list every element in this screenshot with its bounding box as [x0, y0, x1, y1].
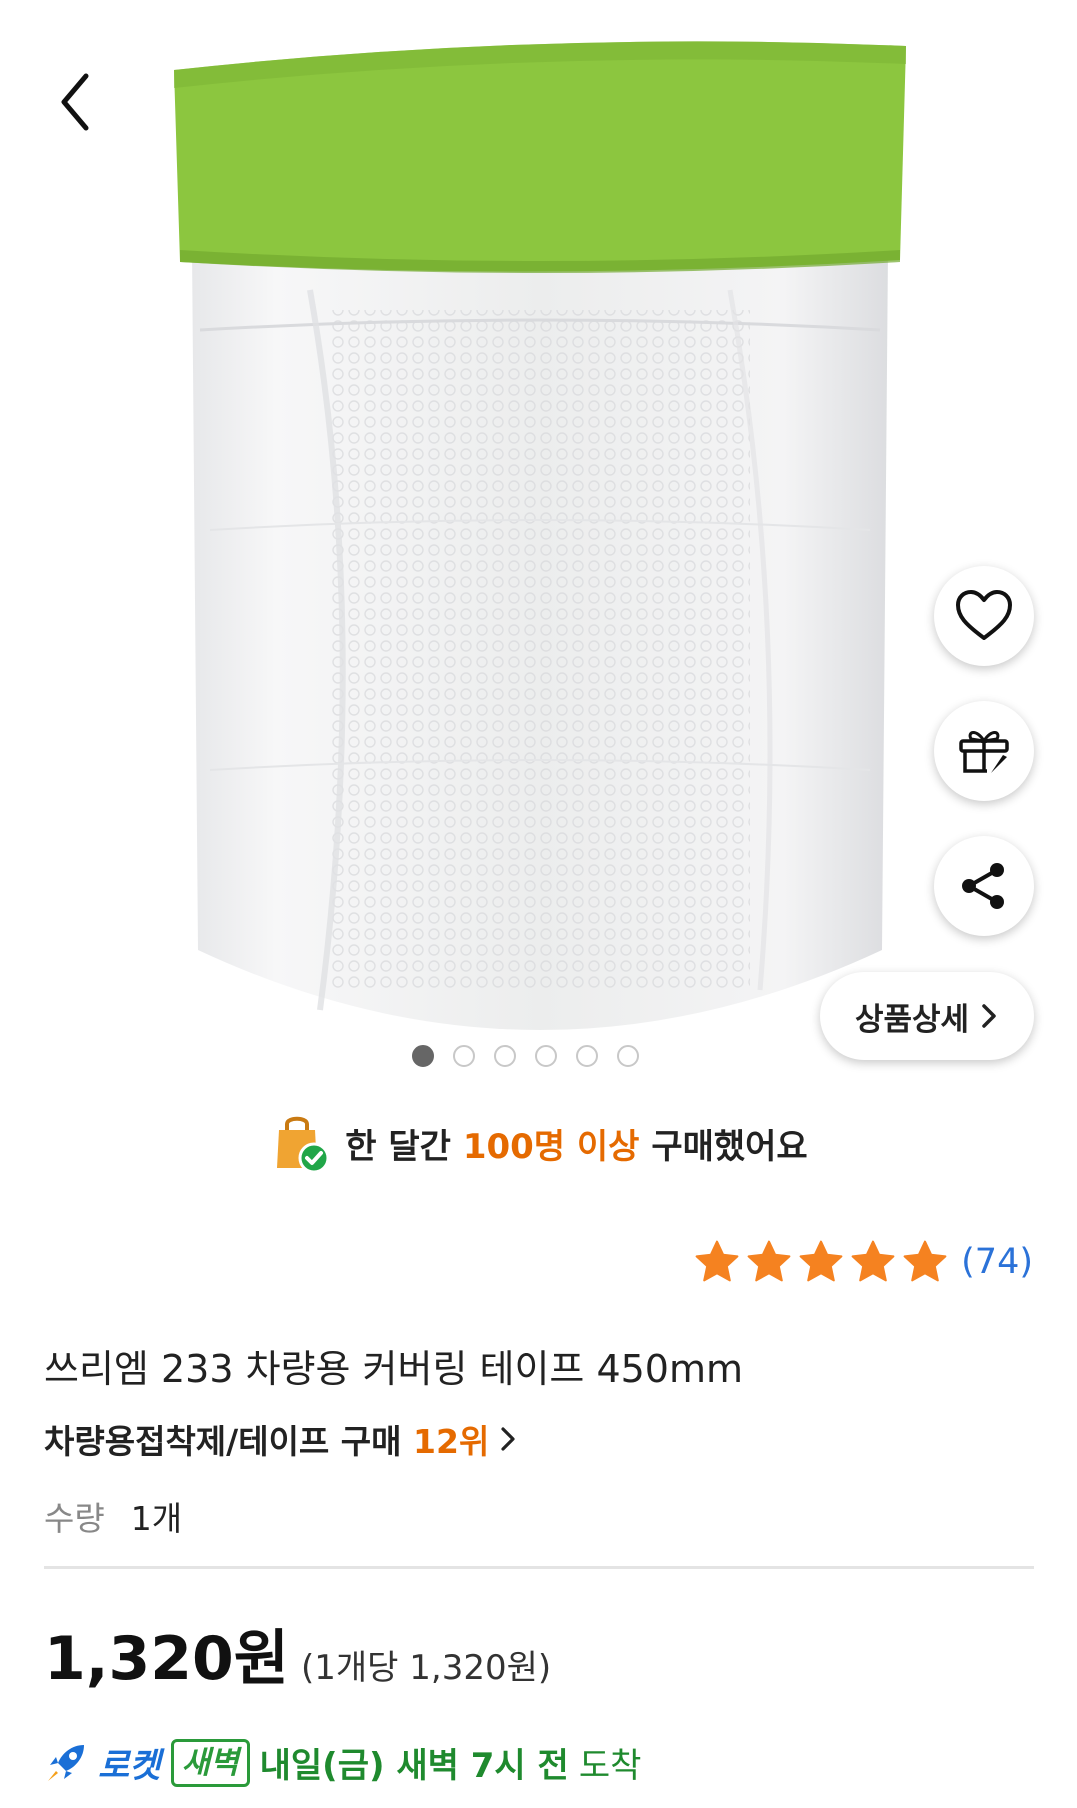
dawn-delivery-badge: 새벽 [170, 1738, 250, 1787]
quantity-row: 수량 1개 [44, 1492, 182, 1540]
quantity-value: 1개 [130, 1499, 183, 1538]
gallery-dot[interactable] [535, 1045, 557, 1067]
price-row: 1,320원 (1개당 1,320원) [44, 1610, 551, 1697]
share-button[interactable] [934, 836, 1034, 936]
chevron-right-icon [982, 1004, 996, 1028]
product-detail-button[interactable]: 상품상세 [820, 972, 1034, 1060]
gallery-dot[interactable] [412, 1045, 434, 1067]
star-icon [799, 1240, 843, 1282]
heart-icon [956, 590, 1012, 640]
product-image [174, 41, 906, 1030]
unit-price: (1개당 1,320원) [301, 1648, 552, 1688]
star-icon [747, 1240, 791, 1282]
gift-button[interactable] [934, 701, 1034, 801]
star-icon [695, 1240, 739, 1282]
chevron-left-icon [61, 73, 89, 131]
shopping-bag-check-icon [277, 1116, 330, 1174]
wishlist-button[interactable] [934, 566, 1034, 666]
product-title: 쓰리엠 233 차량용 커버링 테이프 450mm [44, 1347, 744, 1391]
purchase-suffix: 구매했어요 [651, 1126, 808, 1167]
delivery-eta: 내일(금) 새벽 7시 전 [259, 1746, 569, 1786]
gift-icon [959, 731, 1009, 773]
review-count[interactable]: (74) [961, 1242, 1033, 1282]
rank-category: 차량용접착제/테이프 구매 [44, 1422, 402, 1461]
category-rank-link[interactable]: 차량용접착제/테이프 구매 12위 [44, 1415, 517, 1463]
purchase-highlight: 100명 이상 [462, 1126, 640, 1167]
gallery-dot[interactable] [576, 1045, 598, 1067]
delivery-eta-end: 도착 [578, 1746, 642, 1786]
chevron-right-icon [501, 1427, 515, 1451]
product-detail-label: 상품상세 [854, 1001, 970, 1038]
rank-value: 12위 [413, 1422, 490, 1461]
quantity-label: 수량 [44, 1499, 105, 1538]
delivery-info: 로켓 새벽 내일(금) 새벽 7시 전 도착 [44, 1738, 641, 1787]
gallery-dot[interactable] [494, 1045, 516, 1067]
back-button[interactable] [44, 62, 114, 142]
rocket-label: 로켓 [98, 1746, 161, 1786]
share-icon [962, 863, 1004, 909]
gallery-pagination [412, 1045, 639, 1067]
gallery-dot[interactable] [453, 1045, 475, 1067]
gallery-dot[interactable] [617, 1045, 639, 1067]
rocket-icon [48, 1744, 84, 1781]
rating[interactable]: (74) [693, 1238, 1033, 1286]
purchase-count-banner: 한 달간 100명 이상 구매했어요 [0, 1108, 1077, 1178]
purchase-prefix: 한 달간 [345, 1126, 451, 1167]
star-icon [851, 1240, 895, 1282]
divider [44, 1566, 1034, 1569]
price-main: 1,320원 [44, 1624, 289, 1694]
star-icon [903, 1240, 947, 1282]
product-image-area[interactable] [0, 0, 1077, 1100]
